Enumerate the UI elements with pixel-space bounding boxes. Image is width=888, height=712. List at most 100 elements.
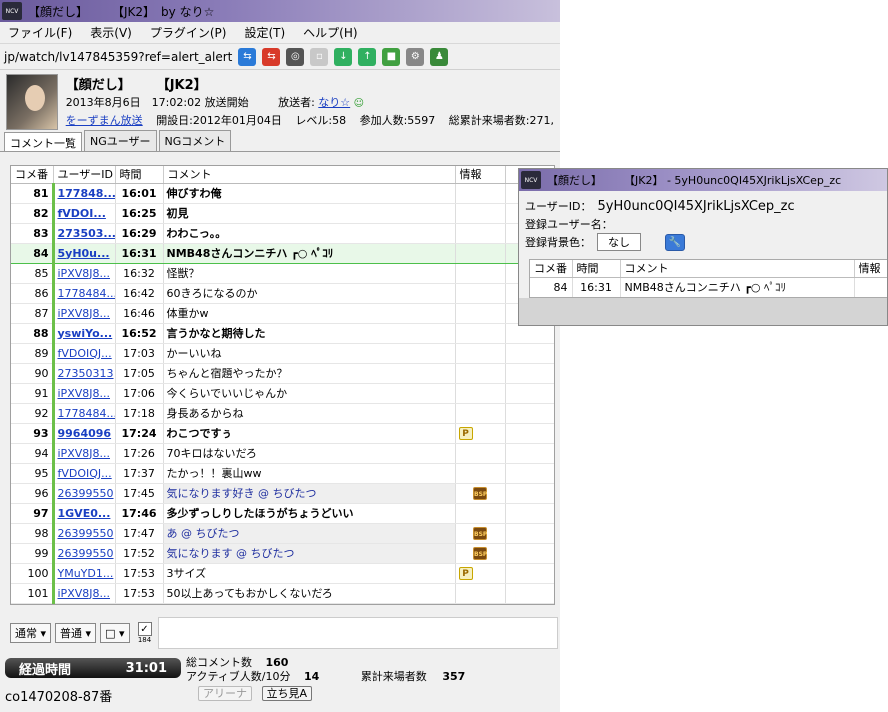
comment-user-id[interactable]: fVDOI... xyxy=(51,203,116,224)
url-field[interactable]: jp/watch/lv147845359?ref=alert_alert xyxy=(4,50,232,64)
comment-row[interactable]: 95 fVDOIQJ... 17:37 たかっ！！裏山ww xyxy=(11,463,554,484)
comment-user-id[interactable]: 273503... xyxy=(51,223,116,244)
gear-icon[interactable]: ⚙ xyxy=(406,47,425,66)
comment-row[interactable]: 94 iPXV8J8... 17:26 70キロはないだろ xyxy=(11,443,554,464)
comment-user-id[interactable]: 9964096 xyxy=(51,423,116,444)
comment-user-id[interactable]: fVDOIQJ... xyxy=(51,463,116,484)
comment-row[interactable]: 86 1778484... 16:42 60きろになるのか xyxy=(11,283,554,304)
menu-file[interactable]: ファイル(F) xyxy=(8,24,72,41)
col-comment[interactable]: コメント xyxy=(163,166,456,184)
comment-row[interactable]: 91 iPXV8J8... 17:06 今くらいでいいじゃんか xyxy=(11,383,554,404)
mode-select[interactable]: 通常 ▾ xyxy=(10,623,52,643)
size-select[interactable]: 普通 ▾ xyxy=(55,623,97,643)
tab-comment-list[interactable]: コメント一覧 xyxy=(4,132,82,151)
popup-bgcolor-value[interactable]: なし xyxy=(597,233,641,251)
user-icon[interactable]: ♟ xyxy=(430,47,449,66)
comment-time: 17:26 xyxy=(115,443,164,464)
comment-rows: 81 177848... 16:01 伸びすわ俺 82 fVDOI... 16:25 初見 83… xyxy=(11,183,554,604)
menu-help[interactable]: ヘルプ(H) xyxy=(303,24,357,41)
comment-user-id[interactable]: iPXV8J8... xyxy=(51,443,116,464)
menu-view[interactable]: 表示(V) xyxy=(90,24,132,41)
comment-user-id[interactable]: yswiYo... xyxy=(51,323,116,344)
comment-row[interactable]: 88 yswiYo... 16:52 言うかなと期待した xyxy=(11,323,554,344)
comment-info xyxy=(455,203,506,224)
popup-row[interactable]: 84 16:31 NMB48さんコンニチハ ┏○ ﾍﾟｺﾘ xyxy=(530,277,887,297)
comment-user-id[interactable]: 26399550 xyxy=(51,543,116,564)
chevron-down-icon: ▾ xyxy=(40,626,47,640)
col-no[interactable]: コメ番 xyxy=(11,166,54,184)
comment-list[interactable]: コメ番 ユーザーID 時間 コメント 情報 81 177848... 16:01 伸び… xyxy=(10,165,555,605)
comment-row[interactable]: 82 fVDOI... 16:25 初見 xyxy=(11,203,554,224)
speech-icon[interactable]: ◎ xyxy=(286,47,305,66)
disabled-icon[interactable]: ▫ xyxy=(310,47,329,66)
comment-user-id[interactable]: iPXV8J8... xyxy=(51,383,116,404)
comment-row[interactable]: 85 iPXV8J8... 16:32 怪獣？ xyxy=(11,263,554,284)
broadcaster-link[interactable]: なり☆ xyxy=(318,96,350,109)
comment-row[interactable]: 89 fVDOIQJ... 17:03 かーいいね xyxy=(11,343,554,364)
popup-col-no[interactable]: コメ番 xyxy=(530,260,573,278)
comment-row[interactable]: 84 5yH0u... 16:31 NMB48さんコンニチハ ┏○ ﾍﾟｺﾘ xyxy=(11,242,554,264)
color-select[interactable]: □ ▾ xyxy=(100,623,130,643)
comment-row[interactable]: 90 27350313 17:05 ちゃんと宿題やったか？ xyxy=(11,363,554,384)
comment-user-id[interactable]: 1778484... xyxy=(51,403,116,424)
popup-col-comment[interactable]: コメント xyxy=(620,260,855,278)
arena-button[interactable]: アリーナ xyxy=(198,686,252,701)
comment-user-id[interactable]: 1778484... xyxy=(51,283,116,304)
comment-row[interactable]: 93 9964096 17:24 わこつですぅ P xyxy=(11,423,554,444)
popup-comment-list[interactable]: コメ番 時間 コメント 情報 84 16:31 NMB48さんコンニチハ ┏○ … xyxy=(529,259,887,298)
comment-user-id[interactable]: 1GVE0... xyxy=(51,503,116,524)
broadcast-info: 【顔だし】 【JK2】 2013年8月6日 17:02:02 放送開始 放送者:… xyxy=(0,70,560,132)
comment-user-id[interactable]: iPXV8J8... xyxy=(51,303,116,324)
comment-user-id[interactable]: fVDOIQJ... xyxy=(51,343,116,364)
comment-header-row: コメ番 ユーザーID 時間 コメント 情報 xyxy=(11,166,554,184)
connect-icon[interactable]: ⇆ xyxy=(238,47,257,66)
menu-settings[interactable]: 設定(T) xyxy=(244,24,285,41)
comment-user-id[interactable]: 177848... xyxy=(51,183,116,204)
anonymous-toggle[interactable]: ✓ 184 xyxy=(134,622,156,644)
comment-user-id[interactable]: 27350313 xyxy=(51,363,116,384)
comment-time: 16:31 xyxy=(115,242,164,264)
on-icon[interactable]: ■ xyxy=(382,47,401,66)
comment-user-id[interactable]: YMuYD1... xyxy=(51,563,116,584)
menu-plugin[interactable]: プラグイン(P) xyxy=(150,24,227,41)
comment-text: 今くらいでいいじゃんか xyxy=(163,383,456,404)
comment-row[interactable]: 83 273503... 16:29 わわこっ。。 xyxy=(11,223,554,244)
col-time[interactable]: 時間 xyxy=(115,166,164,184)
disconnect-icon[interactable]: ⇆ xyxy=(262,47,281,66)
comment-time: 17:18 xyxy=(115,403,164,424)
comment-time: 16:32 xyxy=(115,263,164,284)
download-icon[interactable]: ↓ xyxy=(334,47,353,66)
comment-row[interactable]: 87 iPXV8J8... 16:46 体重かw xyxy=(11,303,554,324)
comment-text: 50以上あってもおかしくないだろ xyxy=(163,583,456,604)
comment-time: 16:46 xyxy=(115,303,164,324)
col-user-id[interactable]: ユーザーID xyxy=(53,166,116,184)
comment-row[interactable]: 81 177848... 16:01 伸びすわ俺 xyxy=(11,183,554,204)
anonymous-checkbox[interactable]: ✓ xyxy=(137,622,152,636)
tab-ng-user[interactable]: NGユーザー xyxy=(84,130,157,151)
comment-row[interactable]: 98 26399550 17:47 あ @ ちびたつ BSP xyxy=(11,523,554,544)
upload-icon[interactable]: ↑ xyxy=(358,47,377,66)
comment-user-id[interactable]: 5yH0u... xyxy=(51,242,116,264)
comment-row[interactable]: 101 iPXV8J8... 17:53 50以上あってもおかしくないだろ xyxy=(11,583,554,604)
popup-body: ユーザーID： 5yH0unc0QI45XJrikLjsXCep_zc 登録ユー… xyxy=(519,191,887,298)
comment-input[interactable] xyxy=(157,617,558,649)
comment-no: 99 xyxy=(11,543,54,564)
comment-user-id[interactable]: 26399550 xyxy=(51,523,116,544)
comment-row[interactable]: 99 26399550 17:52 気になります @ ちびたつ BSP xyxy=(11,543,554,564)
comment-user-id[interactable]: iPXV8J8... xyxy=(51,583,116,604)
popup-col-time[interactable]: 時間 xyxy=(572,260,621,278)
comment-row[interactable]: 96 26399550 17:45 気になります好き @ ちびたつ BSP xyxy=(11,483,554,504)
popup-col-info[interactable]: 情報 xyxy=(854,260,887,278)
comment-user-id[interactable]: 26399550 xyxy=(51,483,116,504)
comment-user-id[interactable]: iPXV8J8... xyxy=(51,263,116,284)
visitors-count: 357 xyxy=(442,670,466,683)
tab-ng-comment[interactable]: NGコメント xyxy=(158,130,232,151)
col-info[interactable]: 情報 xyxy=(455,166,506,184)
community-link[interactable]: をーずまん放送 xyxy=(66,114,143,127)
comment-row[interactable]: 92 1778484... 17:18 身長あるからね xyxy=(11,403,554,424)
wrench-icon[interactable]: 🔧 xyxy=(665,233,685,251)
standing-button[interactable]: 立ち見A xyxy=(261,686,313,701)
comment-row[interactable]: 97 1GVE0... 17:46 多少ずっしりしたほうがちょうどいい xyxy=(11,503,554,524)
comment-no: 88 xyxy=(11,323,54,344)
comment-row[interactable]: 100 YMuYD1... 17:53 3サイズ P xyxy=(11,563,554,584)
